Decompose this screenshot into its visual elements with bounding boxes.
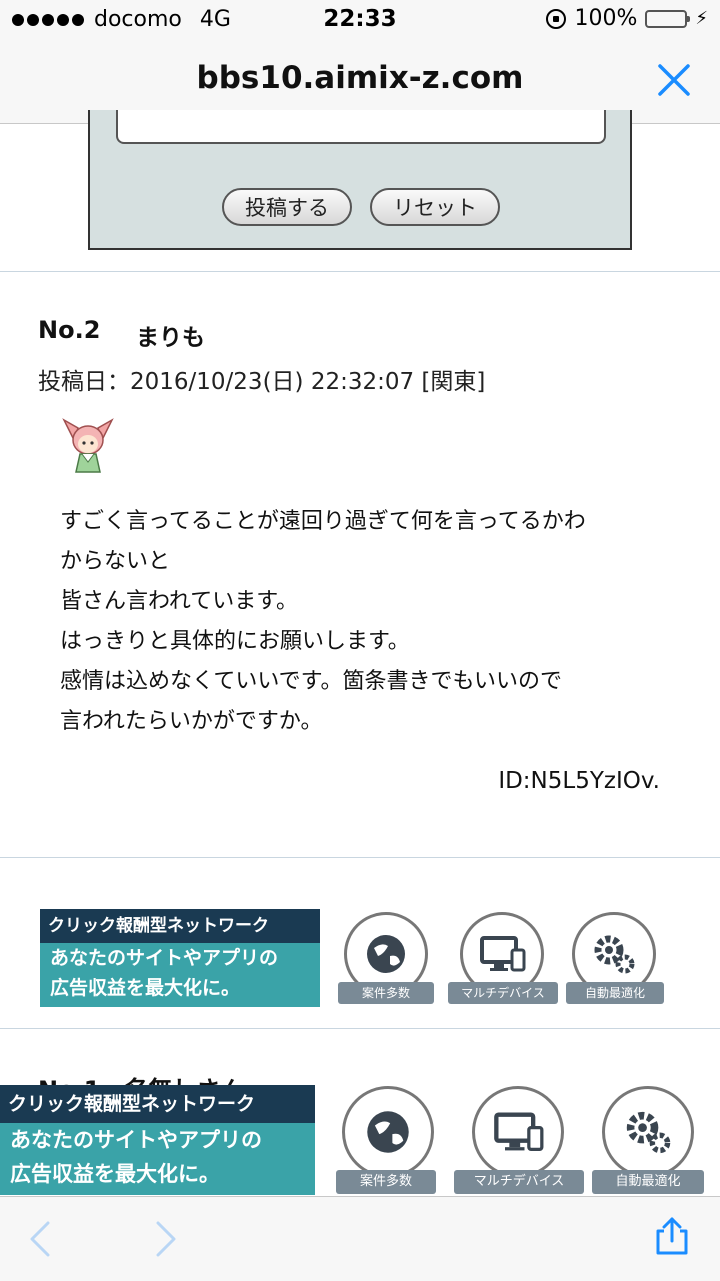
post-body-line: はっきりと具体的にお願いします。 [60,629,410,654]
close-icon[interactable] [656,62,692,98]
rotation-lock-icon [546,8,567,29]
status-right: 100% ⚡ [546,6,708,31]
ad-feature-label: 案件多数 [336,1170,436,1194]
post-body-line: からないと [60,549,171,574]
submit-button[interactable]: 投稿する [222,188,352,226]
ad-feature-label: 自動最適化 [566,982,664,1004]
ad-banner[interactable]: クリック報酬型ネットワーク あなたのサイトやアプリの 広告収益を最大化に。 [40,909,320,1007]
ad-line1: あなたのサイトやアプリの [10,1128,262,1152]
post-number: No.2 [38,316,101,344]
ad-feature[interactable]: 案件多数 [336,1086,436,1194]
message-textarea[interactable] [116,110,606,144]
globe-icon [367,1111,409,1153]
ad-top-text: クリック報酬型ネットワーク [0,1085,315,1123]
ad-line1: あなたのサイトやアプリの [50,947,279,969]
ad-top-text: クリック報酬型ネットワーク [40,909,320,943]
ad-feature[interactable]: マルチデバイス [454,1086,584,1194]
battery-percent: 100% [574,6,638,31]
url-domain[interactable]: bbs10.aimix-z.com [0,60,720,96]
post-author: まりも [136,325,205,351]
ad-feature-label: マルチデバイス [454,1170,584,1194]
reset-button[interactable]: リセット [370,188,500,226]
ad-banner-sticky[interactable]: クリック報酬型ネットワーク あなたのサイトやアプリの 広告収益を最大化に。 [0,1085,315,1195]
back-icon[interactable] [28,1221,52,1257]
post-body-line: 感情は込めなくていいです。箇条書きでもいいので [60,669,563,694]
post-form: 投稿する リセット [88,110,632,250]
post-body: すごく言ってることが遠回り過ぎて何を言ってるかわ からないと 皆さん言われていま… [60,502,680,742]
post-body-line: 言われたらいかがですか。 [60,709,323,734]
devices-icon [480,936,526,972]
charging-icon: ⚡ [695,8,708,29]
ad-feature-label: マルチデバイス [448,982,558,1004]
share-icon[interactable] [652,1217,692,1257]
ad-feature[interactable]: 自動最適化 [592,1086,704,1194]
post-date: 投稿日：2016/10/23(日) 22:32:07 [関東] [38,369,486,395]
ad-line2: 広告収益を最大化に。 [50,977,241,999]
divider [0,271,720,272]
post-body-line: すごく言ってることが遠回り過ぎて何を言ってるかわ [60,509,586,534]
post-id: ID:N5L5YzIOv. [498,768,660,794]
status-bar: docomo 4G 22:33 100% ⚡ [0,0,720,40]
ad-line2: 広告収益を最大化に。 [10,1162,220,1186]
browser-toolbar [0,1196,720,1281]
post-body-line: 皆さん言われています。 [60,589,299,614]
gears-icon [626,1111,671,1154]
gears-icon [594,935,635,974]
divider [0,1028,720,1029]
devices-icon [494,1112,544,1151]
ad-feature-label: 案件多数 [338,982,434,1004]
avatar-icon [62,418,114,473]
ad-feature-label: 自動最適化 [592,1170,704,1194]
divider [0,857,720,858]
forward-icon[interactable] [154,1221,178,1257]
battery-icon [645,9,691,28]
ad-feature[interactable]: 案件多数 [338,912,434,1004]
ad-feature[interactable]: マルチデバイス [448,912,558,1004]
globe-icon [367,935,405,973]
ad-feature[interactable]: 自動最適化 [566,912,664,1004]
